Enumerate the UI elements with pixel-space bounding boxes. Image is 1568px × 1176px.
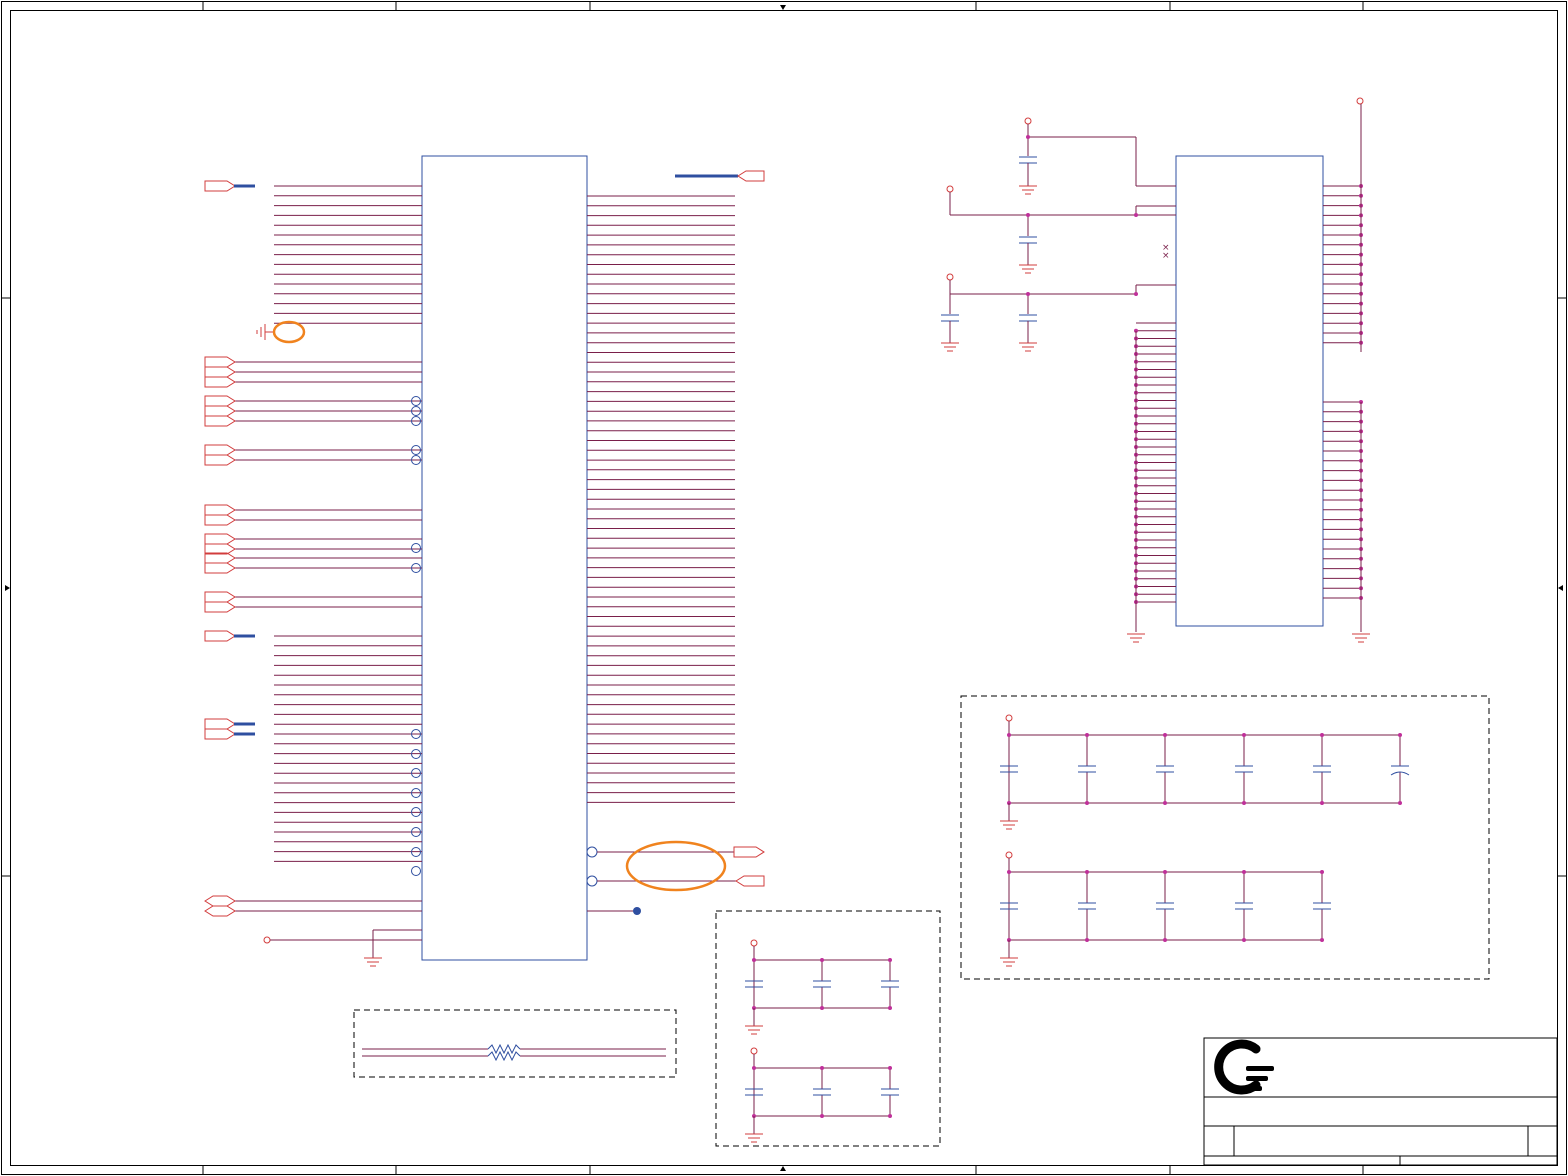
- right-bus-top: [675, 170, 765, 182]
- highlight-ellipse-left: [272, 320, 306, 344]
- ic-u1: [234, 155, 735, 961]
- power-symbol: [750, 939, 758, 947]
- junction-dot: [1320, 801, 1324, 805]
- junction-dot: [752, 1066, 756, 1070]
- junction-dot: [820, 1114, 824, 1118]
- junction-dot: [820, 1066, 824, 1070]
- off-page-connector: [204, 562, 236, 574]
- junction-dot: [888, 1114, 892, 1118]
- junction-dot: [1242, 733, 1246, 737]
- resistor-group: [353, 1009, 677, 1078]
- junction-dot: [1242, 801, 1246, 805]
- power-symbol: [1005, 714, 1013, 722]
- junction-dot: [1163, 870, 1167, 874]
- u2-decoupling: [941, 117, 1176, 352]
- off-page-connector: [204, 405, 236, 417]
- inverted-pin-bubble: [411, 866, 421, 876]
- left-ports: [204, 180, 236, 917]
- junction-dot: [820, 1006, 824, 1010]
- off-page-connector: [204, 591, 236, 603]
- off-page-connector: [204, 180, 236, 192]
- junction-dot: [888, 1006, 892, 1010]
- off-page-connector: [204, 514, 236, 526]
- junction-dot: [1163, 801, 1167, 805]
- company-logo-icon: [1214, 1039, 1274, 1095]
- junction-dot: [1398, 801, 1402, 805]
- junction-dot: [1163, 733, 1167, 737]
- highlight-ellipse-right: [625, 840, 727, 892]
- power-symbol: [1005, 851, 1013, 859]
- bidirectional-connector: [204, 895, 236, 907]
- junction-dot: [1320, 733, 1324, 737]
- junction-dot: [1242, 870, 1246, 874]
- off-page-connector: [204, 415, 236, 427]
- off-page-connector: [204, 444, 236, 456]
- off-page-connector: [204, 356, 236, 368]
- junction-dot: [1242, 938, 1246, 942]
- power-symbol: [750, 1047, 758, 1055]
- schematic-sheet: × ×: [1, 1, 1567, 1175]
- off-page-connector: [204, 395, 236, 407]
- off-page-connector: [204, 533, 236, 545]
- junction-dot: [820, 958, 824, 962]
- junction-dot: [1007, 733, 1011, 737]
- junction-dot: [1320, 938, 1324, 942]
- junction-dot: [1085, 733, 1089, 737]
- ic-u2: × ×: [1127, 97, 1370, 643]
- off-page-connector: [204, 718, 236, 730]
- junction-dot: [888, 958, 892, 962]
- off-page-connector: [204, 504, 236, 516]
- off-page-connector: [204, 366, 236, 378]
- junction-dot: [1085, 870, 1089, 874]
- inverted-pin-bubble: [411, 543, 421, 553]
- u1-power-connection: [263, 929, 422, 967]
- bidirectional-connector: [204, 905, 236, 917]
- off-page-connector: [204, 454, 236, 466]
- off-page-connector: [204, 728, 236, 740]
- title-block: [1203, 1037, 1558, 1166]
- off-page-connector: [204, 376, 236, 388]
- junction-dot: [1085, 938, 1089, 942]
- ground-symbol-left: [256, 324, 275, 340]
- decoupling-cap-bank-right: [960, 695, 1490, 980]
- junction-dot: [1163, 938, 1167, 942]
- junction-dot: [1320, 870, 1324, 874]
- junction-dot: [888, 1066, 892, 1070]
- u1-bottom-right-pins: [586, 846, 765, 915]
- off-page-connector: [204, 601, 236, 613]
- decoupling-cap-bank-middle: [715, 910, 941, 1147]
- off-page-connector: [204, 630, 236, 642]
- junction-dot: [1007, 870, 1011, 874]
- junction-dot: [1085, 801, 1089, 805]
- junction-dot: [1398, 733, 1402, 737]
- junction-dot: [752, 958, 756, 962]
- svg-text:×: ×: [1162, 251, 1170, 261]
